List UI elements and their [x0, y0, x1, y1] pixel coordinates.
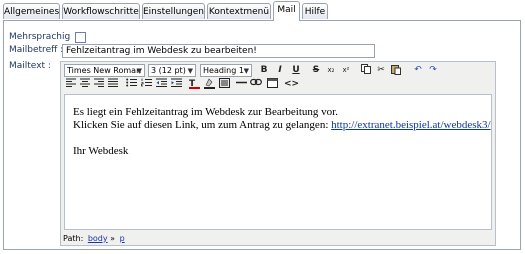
cut-icon[interactable]: ✂: [374, 64, 388, 77]
align-center-icon[interactable]: [78, 78, 92, 91]
font-size-select[interactable]: 3 (12 pt) ▼: [148, 64, 196, 77]
mailtext-label: Mailtext :: [9, 61, 51, 71]
justify-icon[interactable]: [106, 78, 120, 91]
mailtext-line-3: Ihr Webdesk: [73, 145, 129, 157]
chevron-down-icon: ▼: [243, 67, 249, 75]
mailtext-line-2: Klicken Sie auf diesen Link, um zum Antr…: [73, 119, 491, 132]
tab-bar: Allgemeines Workflowschritte Einstellung…: [0, 0, 525, 21]
tab-hilfe[interactable]: Hilfe: [302, 3, 328, 19]
remove-format-icon[interactable]: [217, 78, 231, 91]
path-bar: Path: body » p: [63, 234, 125, 243]
mailbetreff-label: Mailbetreff :: [9, 45, 64, 55]
mailbetreff-input[interactable]: Fehlzeitantrag im Webdesk zu bearbeiten!: [62, 44, 375, 58]
redo-icon[interactable]: ↷: [426, 64, 440, 77]
tab-workflowschritte[interactable]: Workflowschritte: [62, 3, 140, 19]
tab-allgemeines[interactable]: Allgemeines: [3, 3, 60, 19]
tab-mail[interactable]: Mail: [273, 1, 300, 21]
subscript-button[interactable]: x₂: [324, 64, 338, 77]
path-label: Path:: [63, 234, 84, 243]
mailtext-line-2-text: Klicken Sie auf diesen Link, um zum Antr…: [73, 119, 332, 131]
outdent-icon[interactable]: [154, 78, 168, 91]
align-left-icon[interactable]: [64, 78, 78, 91]
underline-button[interactable]: U: [289, 64, 303, 77]
path-body-link[interactable]: body: [88, 234, 108, 243]
copy-icon[interactable]: [359, 64, 373, 77]
chevron-down-icon: ▼: [187, 67, 193, 75]
path-separator: »: [110, 234, 116, 243]
strikethrough-button[interactable]: S: [309, 64, 323, 77]
chevron-down-icon: ▼: [136, 67, 142, 75]
format-select[interactable]: Heading 1 ▼: [200, 64, 252, 77]
superscript-button[interactable]: x²: [339, 64, 353, 77]
format-value: Heading 1: [203, 66, 244, 75]
undo-icon[interactable]: ↶: [411, 64, 425, 77]
tab-einstellungen[interactable]: Einstellungen: [142, 3, 205, 19]
mailtext-content[interactable]: Es liegt ein Fehlzeitantrag im Webdesk z…: [64, 94, 492, 230]
align-right-icon[interactable]: [92, 78, 106, 91]
insert-table-icon[interactable]: [265, 78, 279, 91]
source-code-button[interactable]: <>: [284, 78, 299, 91]
mailtext-line-1: Es liegt ein Fehlzeitantrag im Webdesk z…: [73, 106, 338, 118]
indent-icon[interactable]: [169, 78, 183, 91]
mehrsprachig-checkbox[interactable]: [75, 32, 86, 43]
webdesk-link[interactable]: http://extranet.beispiel.at/webdesk3/: [331, 119, 490, 131]
bold-button[interactable]: B: [257, 64, 271, 77]
horizontal-rule-icon[interactable]: [234, 78, 248, 91]
background-color-icon[interactable]: [202, 78, 216, 91]
bullet-list-icon[interactable]: [124, 78, 138, 91]
link-icon[interactable]: [249, 78, 263, 91]
font-size-value: 3 (12 pt): [151, 66, 186, 75]
mehrsprachig-label: Mehrsprachig: [9, 32, 71, 42]
tab-kontextmenue[interactable]: Kontextmenü: [207, 3, 271, 19]
italic-button[interactable]: I: [273, 64, 287, 77]
numbered-list-icon[interactable]: [139, 78, 153, 91]
font-family-value: Times New Roman: [67, 66, 142, 75]
mailtext-editor: Times New Roman ▼ 3 (12 pt) ▼ Heading 1 ▼ B…: [60, 61, 496, 246]
paste-icon[interactable]: [389, 64, 403, 77]
font-family-select[interactable]: Times New Roman ▼: [64, 64, 145, 77]
path-p-link[interactable]: p: [120, 234, 125, 243]
text-color-icon[interactable]: T: [187, 78, 201, 91]
